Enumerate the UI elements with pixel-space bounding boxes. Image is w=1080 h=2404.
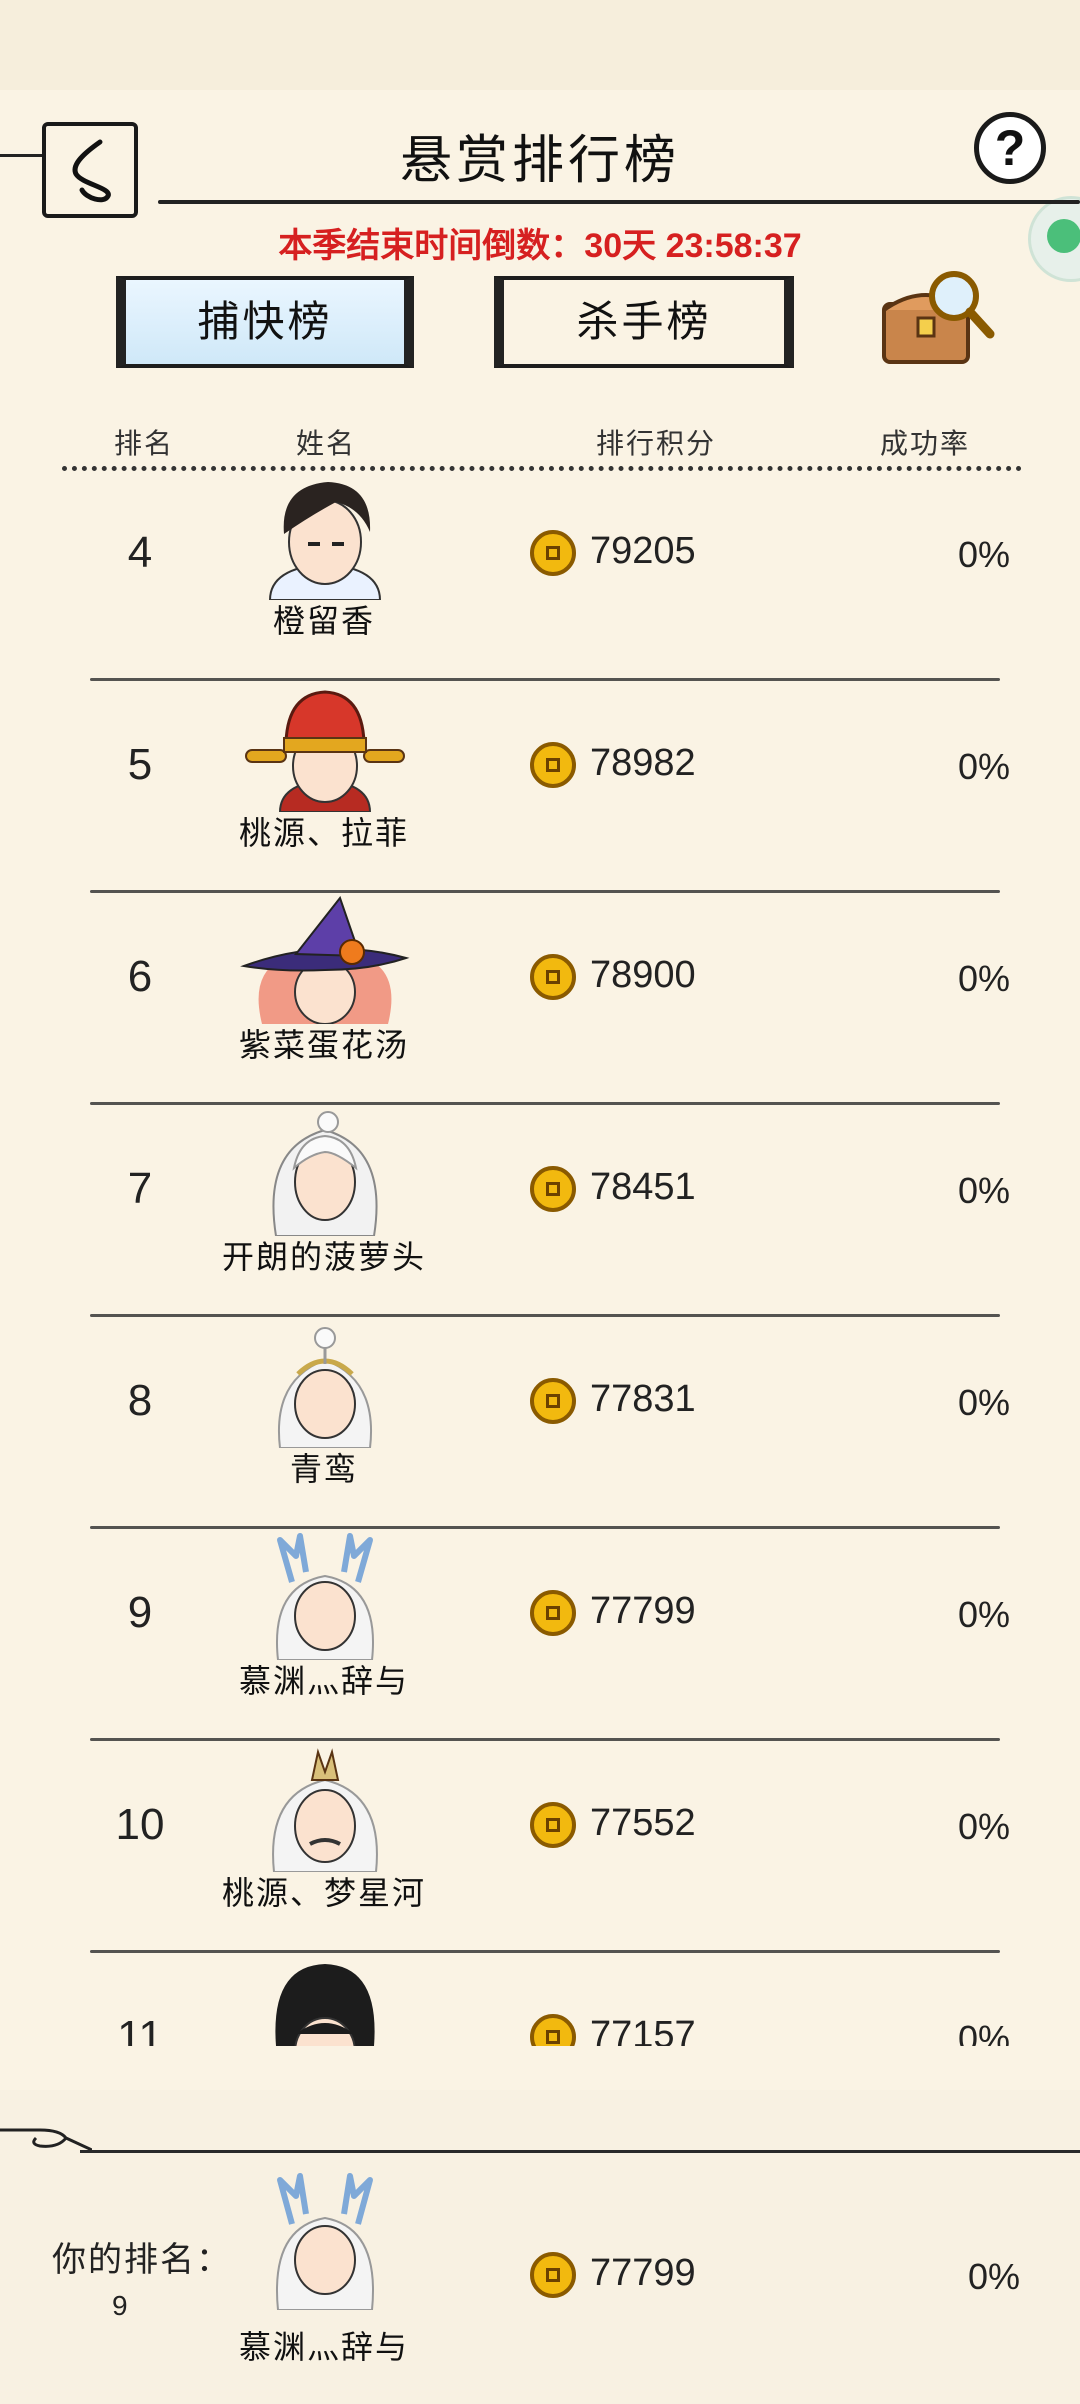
- column-score-header: 排行积分: [596, 428, 717, 459]
- success-rate: 0%: [957, 1806, 1010, 1847]
- decorative-curl: [0, 2128, 92, 2152]
- header-divider: [158, 200, 1080, 204]
- coin-icon: [530, 1378, 576, 1424]
- coin-icon: [530, 2252, 576, 2298]
- status-bar-area: [0, 0, 1080, 90]
- my-rank-row[interactable]: 慕渊灬辞与 77799 0%: [0, 2170, 1080, 2382]
- column-name-header: 姓名: [296, 428, 357, 459]
- rank-number: 7: [127, 1164, 153, 1213]
- player-name: 开朗的菠萝头: [221, 1239, 426, 1275]
- crown-avatar: [278, 1327, 372, 1448]
- witch-hat-avatar: [240, 896, 410, 1024]
- rank-number: 4: [127, 528, 153, 577]
- rank-number: 10: [115, 1800, 165, 1849]
- coin-icon: [530, 954, 576, 1000]
- column-rank-header: 排名: [114, 428, 175, 459]
- row-divider: [90, 1102, 1000, 1105]
- rank-number: 5: [127, 740, 153, 789]
- season-countdown: 本季结束时间倒数：30天 23:58:37: [278, 227, 802, 265]
- list-item[interactable]: 6 紫菜蛋花汤 78900 0%: [0, 896, 1080, 1110]
- dark-hair-avatar: [268, 482, 382, 600]
- coin-icon: [530, 1802, 576, 1848]
- row-divider: [90, 890, 1000, 893]
- list-item[interactable]: 5 桃源、拉菲 78982 0%: [0, 686, 1080, 898]
- player-name: 橙留香: [272, 603, 375, 639]
- tab-killer-rank[interactable]: 杀手榜: [494, 276, 794, 368]
- rank-number: 6: [127, 952, 153, 1001]
- dragon-horn-avatar: [276, 2173, 374, 2310]
- success-rate: 0%: [957, 534, 1010, 575]
- rank-number: 8: [127, 1376, 153, 1425]
- tab-catcher-rank[interactable]: 捕快榜: [116, 276, 414, 368]
- white-hair-avatar: [272, 1111, 378, 1236]
- coin-icon: [530, 1590, 576, 1636]
- rank-number: 11: [117, 2012, 163, 2046]
- player-name: 桃源、拉菲: [238, 815, 409, 851]
- column-rate-header: 成功率: [880, 428, 971, 459]
- black-hair-avatar: [275, 1964, 375, 2046]
- my-score-value: 77799: [590, 2252, 696, 2294]
- rank-number: 9: [127, 1588, 153, 1637]
- treasure-search-icon[interactable]: [876, 262, 996, 372]
- official-hat-avatar: [245, 690, 405, 812]
- success-rate: 0%: [957, 958, 1010, 999]
- success-rate: 0%: [957, 1382, 1010, 1423]
- list-item[interactable]: 8 青鸾 77831 0%: [0, 1322, 1080, 1534]
- list-item[interactable]: 4 橙留香 79205 0%: [0, 474, 1080, 686]
- score-value: 77157: [590, 2014, 696, 2046]
- my-player-name: 慕渊灬辞与: [238, 2329, 409, 2365]
- success-rate: 0%: [957, 1170, 1010, 1211]
- header-dotted-divider: [62, 466, 1022, 471]
- leaderboard-list[interactable]: 4 橙留香 79205 0% 5 桃源、拉菲 78982 0% 6 紫菜蛋花汤 …: [0, 474, 1080, 2046]
- score-value: 77552: [590, 1802, 696, 1844]
- elder-avatar: [272, 1748, 378, 1872]
- coin-icon: [530, 530, 576, 576]
- list-item[interactable]: 7 开朗的菠萝头 78451 0%: [0, 1110, 1080, 1322]
- list-item[interactable]: 9 慕渊灬辞与 77799 0%: [0, 1533, 1080, 1746]
- score-value: 79205: [590, 530, 696, 572]
- row-divider: [90, 678, 1000, 681]
- score-value: 78451: [590, 1166, 696, 1208]
- row-divider: [90, 1526, 1000, 1529]
- page-title: 悬赏排行榜: [399, 132, 680, 190]
- help-icon[interactable]: ?: [974, 112, 1046, 184]
- score-value: 78900: [590, 954, 696, 996]
- row-divider: [90, 1738, 1000, 1741]
- coin-icon: [530, 1166, 576, 1212]
- list-item[interactable]: 11 77157 0%: [0, 1958, 1080, 2046]
- coin-icon: [530, 742, 576, 788]
- my-success-rate: 0%: [967, 2256, 1020, 2297]
- my-rank-divider: [80, 2150, 1080, 2153]
- score-value: 77799: [590, 1590, 696, 1632]
- success-rate: 0%: [957, 746, 1010, 787]
- score-value: 77831: [590, 1378, 696, 1420]
- success-rate: 0%: [957, 1594, 1010, 1635]
- player-name: 青鸾: [289, 1451, 358, 1487]
- dragon-horn-avatar: [276, 1533, 374, 1660]
- score-value: 78982: [590, 742, 696, 784]
- player-name: 桃源、梦星河: [221, 1875, 426, 1911]
- player-name: 紫菜蛋花汤: [238, 1027, 409, 1063]
- coin-icon: [530, 2014, 576, 2046]
- list-item[interactable]: 10 桃源、梦星河 77552 0%: [0, 1746, 1080, 1958]
- row-divider: [90, 1314, 1000, 1317]
- player-name: 慕渊灬辞与: [238, 1663, 409, 1699]
- row-divider: [90, 1950, 1000, 1953]
- success-rate: 0%: [957, 2018, 1010, 2046]
